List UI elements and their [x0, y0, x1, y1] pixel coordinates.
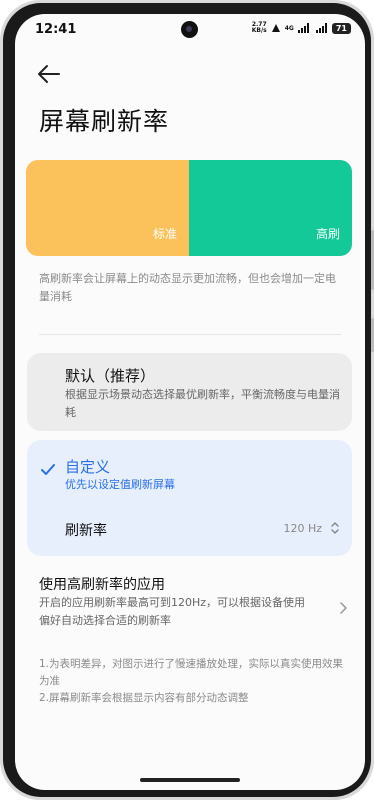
refresh-rate-label: 刷新率 — [65, 523, 107, 539]
front-camera — [181, 21, 198, 38]
refresh-rate-value[interactable]: 120 Hz — [283, 522, 322, 535]
option-default[interactable]: 默认（推荐） 根据显示场景动态选择最优刷新率，平衡流畅度与电量消耗 — [27, 353, 352, 431]
chevron-right-icon — [340, 602, 347, 614]
divider — [39, 334, 341, 335]
phone-frame: 12:41 2.77 KB/s 4G 71 屏幕刷新率 标准 高刷 高刷新率会让… — [3, 3, 371, 797]
status-time: 12:41 — [35, 22, 77, 37]
battery-icon: 71 — [331, 22, 351, 34]
preview-high: 高刷 — [189, 160, 352, 256]
home-indicator[interactable] — [140, 778, 240, 782]
network-type: 4G — [284, 24, 294, 32]
preview-high-label: 高刷 — [315, 227, 340, 241]
refresh-description: 高刷新率会让屏幕上的动态显示更加流畅，但也会增加一定电量消耗 — [39, 272, 336, 303]
net-speed-unit: KB/s — [251, 27, 267, 34]
high-refresh-apps-desc: 开启的应用刷新率最高可到120Hz，可以根据设备使用偏好自动选择合适的刷新率 — [39, 596, 306, 627]
preview-standard-label: 标准 — [152, 227, 177, 241]
signal-icon — [297, 23, 309, 33]
high-refresh-apps-title: 使用高刷新率的应用 — [39, 577, 165, 593]
option-custom[interactable]: 自定义 优先以设定值刷新屏幕 刷新率 120 Hz — [27, 440, 352, 556]
net-speed: 2.77 KB/s — [252, 22, 267, 34]
back-arrow-icon[interactable] — [37, 64, 61, 84]
option-default-desc: 根据显示场景动态选择最优刷新率，平衡流畅度与电量消耗 — [65, 388, 340, 419]
screen: 12:41 2.77 KB/s 4G 71 屏幕刷新率 标准 高刷 高刷新率会让… — [15, 14, 365, 790]
option-custom-title: 自定义 — [65, 458, 111, 476]
up-down-chevron-icon[interactable] — [330, 520, 340, 536]
option-default-title: 默认（推荐） — [65, 367, 156, 385]
check-icon — [41, 464, 55, 475]
footnote-2: 2.屏幕刷新率会根据显示内容有部分动态调整 — [39, 692, 249, 704]
option-custom-subtitle: 优先以设定值刷新屏幕 — [65, 478, 175, 491]
signal-2-icon — [315, 23, 327, 33]
high-refresh-apps-row[interactable]: 使用高刷新率的应用 开启的应用刷新率最高可到120Hz，可以根据设备使用偏好自动… — [27, 570, 353, 640]
page-title: 屏幕刷新率 — [39, 107, 170, 136]
refresh-preview: 标准 高刷 — [26, 160, 352, 256]
status-bar: 12:41 2.77 KB/s 4G 71 — [15, 14, 365, 44]
notification-icon — [271, 24, 280, 32]
footnotes: 1.为表明差异，对图示进行了慢速播放处理，实际以真实使用效果为准 2.屏幕刷新率… — [39, 656, 345, 707]
status-icons: 2.77 KB/s 4G 71 — [252, 22, 351, 34]
preview-standard: 标准 — [26, 160, 189, 256]
footnote-1: 1.为表明差异，对图示进行了慢速播放处理，实际以真实使用效果为准 — [39, 658, 344, 687]
